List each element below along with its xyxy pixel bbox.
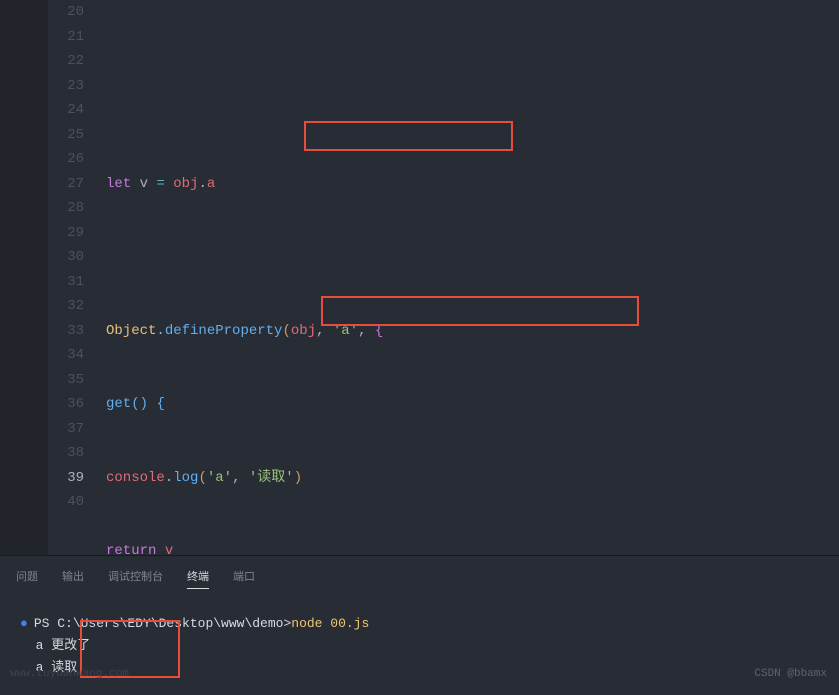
panel-tabs: 问题 输出 调试控制台 终端 端口	[0, 556, 839, 597]
tab-debug-console[interactable]: 调试控制台	[108, 564, 163, 589]
line-number: 39	[48, 466, 84, 491]
code-line	[106, 245, 839, 270]
line-number: 27	[48, 172, 84, 197]
line-number: 31	[48, 270, 84, 295]
line-gutter: 20 21 22 23 24 25 26 27 28 29 30 31 32 3…	[48, 0, 106, 555]
line-number: 20	[48, 0, 84, 25]
code-line: get() {	[106, 392, 839, 417]
code-line: Object.defineProperty(obj, 'a', {	[106, 319, 839, 344]
code-line: console.log('a', '读取')	[106, 466, 839, 491]
activity-bar[interactable]	[0, 0, 48, 555]
line-number: 38	[48, 441, 84, 466]
line-number: 29	[48, 221, 84, 246]
tab-terminal[interactable]: 终端	[187, 564, 209, 589]
line-number: 23	[48, 74, 84, 99]
line-number: 35	[48, 368, 84, 393]
editor-main: 20 21 22 23 24 25 26 27 28 29 30 31 32 3…	[48, 0, 839, 555]
tab-problems[interactable]: 问题	[16, 564, 38, 589]
line-number: 24	[48, 98, 84, 123]
code-area[interactable]: let v = obj.a Object.defineProperty(obj,…	[106, 0, 839, 555]
watermark: CSDN @bbamx	[754, 668, 827, 680]
line-number: 37	[48, 417, 84, 442]
faded-watermark: www.tuyuanwang.com	[10, 668, 129, 680]
line-number: 40	[48, 490, 84, 515]
highlight-annotation	[304, 121, 513, 151]
line-number: 34	[48, 343, 84, 368]
code-line	[106, 98, 839, 123]
line-number: 28	[48, 196, 84, 221]
terminal-content[interactable]: ● PS C:\Users\EDY\Desktop\www\demo> node…	[0, 597, 839, 695]
code-line: return v	[106, 539, 839, 555]
terminal-output-line: a 更改了	[20, 635, 819, 657]
terminal-line: ● PS C:\Users\EDY\Desktop\www\demo> node…	[20, 613, 819, 635]
line-number: 22	[48, 49, 84, 74]
terminal-prompt: PS C:\Users\EDY\Desktop\www\demo>	[34, 613, 291, 635]
line-number: 33	[48, 319, 84, 344]
line-number: 25	[48, 123, 84, 148]
tab-output[interactable]: 输出	[62, 564, 84, 589]
line-number: 32	[48, 294, 84, 319]
terminal-command: node 00.js	[291, 613, 369, 635]
line-number: 26	[48, 147, 84, 172]
line-number: 30	[48, 245, 84, 270]
line-number: 21	[48, 25, 84, 50]
tab-ports[interactable]: 端口	[233, 564, 255, 589]
code-line: let v = obj.a	[106, 172, 839, 197]
prompt-dot-icon: ●	[20, 613, 28, 635]
line-number: 36	[48, 392, 84, 417]
terminal-output-line: a 读取	[20, 657, 819, 679]
